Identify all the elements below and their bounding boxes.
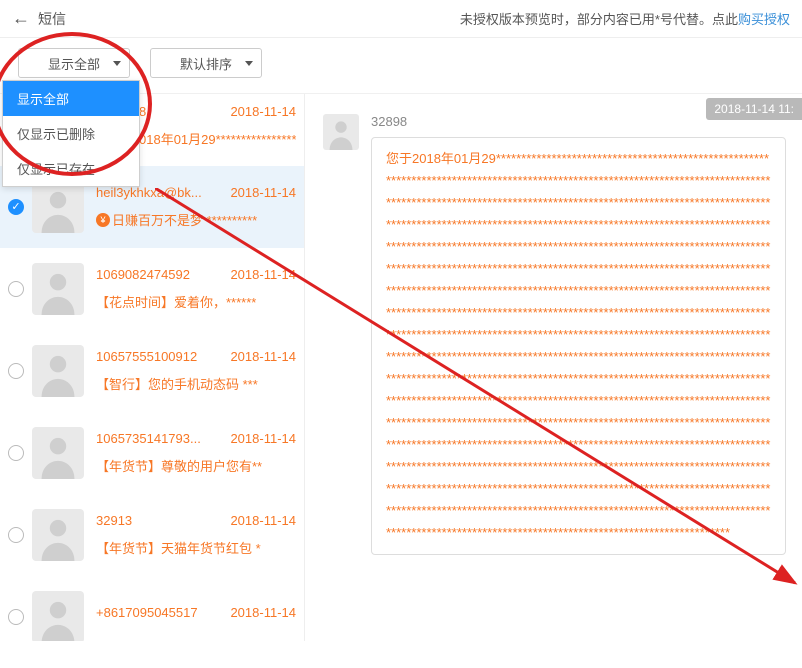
filter-dropdown-label: 显示全部 bbox=[48, 54, 100, 73]
avatar bbox=[32, 181, 84, 233]
page-title: 短信 bbox=[38, 9, 66, 29]
message-sender: 8 bbox=[139, 104, 146, 119]
chevron-down-icon bbox=[245, 61, 253, 66]
message-sender: 10657555100912 bbox=[96, 349, 197, 364]
message-preview: ¥ 日赚百万不是梦 ********** bbox=[96, 210, 296, 229]
toolbar: 显示全部 默认排序 显示全部 仅显示已删除 仅显示已存在 bbox=[0, 38, 802, 94]
avatar bbox=[32, 509, 84, 561]
filter-dropdown[interactable]: 显示全部 bbox=[18, 48, 130, 78]
checkbox[interactable] bbox=[8, 445, 24, 461]
back-icon[interactable]: ← bbox=[12, 8, 30, 29]
message-preview: 【花点时间】爱着你，****** bbox=[96, 292, 296, 311]
checkbox[interactable] bbox=[8, 199, 24, 215]
list-item[interactable]: 32913 2018-11-14 【年货节】天猫年货节红包 * bbox=[0, 494, 304, 576]
message-sender: 1069082474592 bbox=[96, 267, 190, 282]
auth-notice: 未授权版本预览时，部分内容已用*号代替。点此购买授权 bbox=[460, 9, 790, 28]
chat-message: 32898 您于2018年01月29**********************… bbox=[323, 114, 802, 555]
sort-dropdown[interactable]: 默认排序 bbox=[150, 48, 262, 78]
message-date: 2018-11-14 bbox=[230, 513, 296, 528]
message-date: 2018-11-14 bbox=[230, 605, 296, 620]
buy-auth-link[interactable]: 购买授权 bbox=[738, 12, 790, 27]
chat-bubble: 您于2018年01月29****************************… bbox=[371, 137, 786, 555]
message-preview: 【年货节】天猫年货节红包 * bbox=[96, 538, 296, 557]
message-preview: 【智行】您的手机动态码 *** bbox=[96, 374, 296, 393]
message-date: 2018-11-14 bbox=[230, 185, 296, 200]
filter-option-existing[interactable]: 仅显示已存在 bbox=[3, 151, 139, 186]
date-chip: 2018-11-14 11: bbox=[706, 98, 802, 120]
message-sender: 1065735141793... bbox=[96, 431, 201, 446]
avatar bbox=[32, 345, 84, 397]
avatar bbox=[32, 591, 84, 641]
notice-text: 未授权版本预览时，部分内容已用*号代替。点此 bbox=[460, 12, 738, 27]
coin-icon: ¥ bbox=[96, 213, 110, 227]
list-item[interactable]: 10657555100912 2018-11-14 【智行】您的手机动态码 **… bbox=[0, 330, 304, 412]
avatar bbox=[32, 427, 84, 479]
list-item[interactable]: 1069082474592 2018-11-14 【花点时间】爱着你，*****… bbox=[0, 248, 304, 330]
message-date: 2018-11-14 bbox=[230, 431, 296, 446]
message-sender: 32913 bbox=[96, 513, 132, 528]
filter-option-deleted[interactable]: 仅显示已删除 bbox=[3, 116, 139, 151]
avatar bbox=[323, 114, 359, 150]
chevron-down-icon bbox=[113, 61, 121, 66]
message-preview: 018年01月29******************* bbox=[139, 129, 296, 148]
list-item[interactable]: +8617095045517 2018-11-14 bbox=[0, 576, 304, 641]
message-sender: heil3ykhkxa@bk... bbox=[96, 185, 202, 200]
checkbox[interactable] bbox=[8, 609, 24, 625]
list-item[interactable]: 1065735141793... 2018-11-14 【年货节】尊敬的用户您有… bbox=[0, 412, 304, 494]
checkbox[interactable] bbox=[8, 527, 24, 543]
message-preview: 【年货节】尊敬的用户您有** bbox=[96, 456, 296, 475]
sort-dropdown-label: 默认排序 bbox=[180, 54, 232, 73]
checkbox[interactable] bbox=[8, 281, 24, 297]
filter-dropdown-menu: 显示全部 仅显示已删除 仅显示已存在 bbox=[2, 80, 140, 187]
message-date: 2018-11-14 bbox=[230, 267, 296, 282]
chat-panel: 2018-11-14 11: 32898 您于2018年01月29*******… bbox=[305, 94, 802, 641]
message-date: 2018-11-14 bbox=[230, 349, 296, 364]
message-sender: +8617095045517 bbox=[96, 605, 198, 620]
filter-option-all[interactable]: 显示全部 bbox=[3, 81, 139, 116]
avatar bbox=[32, 263, 84, 315]
checkbox[interactable] bbox=[8, 363, 24, 379]
header-bar: ← 短信 未授权版本预览时，部分内容已用*号代替。点此购买授权 bbox=[0, 0, 802, 38]
message-date: 2018-11-14 bbox=[230, 104, 296, 119]
